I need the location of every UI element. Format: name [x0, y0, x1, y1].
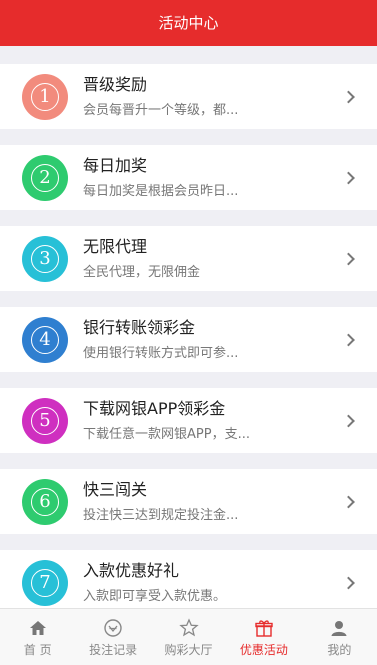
tab-home[interactable]: 首 页 [0, 609, 75, 665]
number-badge-icon: 4 [22, 316, 68, 363]
activity-desc: 投注快三达到规定投注金... [83, 508, 239, 523]
activity-desc: 全民代理，无限佣金 [83, 265, 201, 280]
tab-label: 优惠活动 [239, 642, 288, 657]
activity-item[interactable]: 2 每日加奖 每日加奖是根据会员昨日... [0, 145, 377, 210]
number-badge-icon: 3 [22, 235, 68, 282]
activity-title: 银行转账领彩金 [83, 318, 196, 337]
badge-number: 5 [31, 406, 59, 435]
badge-number: 2 [31, 163, 59, 192]
activity-desc: 下载任意一款网银APP，支... [83, 427, 250, 442]
tab-label: 首 页 [23, 642, 52, 657]
activity-desc: 会员每晋升一个等级，都... [83, 103, 239, 118]
activity-title: 下载网银APP领彩金 [83, 399, 226, 418]
gift-icon [253, 617, 275, 639]
home-icon [27, 617, 49, 639]
number-badge-icon: 2 [22, 154, 68, 201]
tab-bet-record[interactable]: 投注记录 [75, 609, 150, 665]
chevron-right-icon [342, 252, 355, 265]
tab-profile[interactable]: 我的 [302, 609, 377, 665]
activity-desc: 使用银行转账方式即可参... [83, 346, 239, 361]
badge-number: 7 [31, 568, 59, 597]
chevron-right-icon [342, 576, 355, 589]
bet-record-icon [102, 617, 124, 639]
activity-item[interactable]: 3 无限代理 全民代理，无限佣金 [0, 226, 377, 291]
chevron-right-icon [342, 495, 355, 508]
user-icon [328, 617, 350, 639]
number-badge-icon: 6 [22, 478, 68, 525]
activity-item[interactable]: 1 晋级奖励 会员每晋升一个等级，都... [0, 64, 377, 129]
badge-number: 4 [31, 325, 59, 354]
activity-desc: 每日加奖是根据会员昨日... [83, 184, 239, 199]
tab-lottery-hall[interactable]: 购彩大厅 [151, 609, 226, 665]
bottom-tab-bar: 首 页 投注记录 购彩大厅 优惠活动 我的 [0, 608, 377, 665]
page-title: 活动中心 [158, 14, 219, 32]
badge-number: 1 [31, 82, 59, 111]
chevron-right-icon [342, 414, 355, 427]
badge-number: 3 [31, 244, 59, 273]
activity-item[interactable]: 7 入款优惠好礼 入款即可享受入款优惠。 [0, 550, 377, 615]
badge-number: 6 [31, 487, 59, 516]
activity-title: 入款优惠好礼 [83, 561, 180, 580]
tab-label: 投注记录 [89, 642, 138, 657]
activity-desc: 入款即可享受入款优惠。 [83, 589, 227, 604]
activity-title: 每日加奖 [83, 156, 148, 175]
chevron-right-icon [342, 333, 355, 346]
activity-item[interactable]: 5 下载网银APP领彩金 下载任意一款网银APP，支... [0, 388, 377, 453]
tab-label: 我的 [327, 642, 352, 657]
tab-promotions[interactable]: 优惠活动 [226, 609, 301, 665]
number-badge-icon: 7 [22, 559, 68, 606]
number-badge-icon: 5 [22, 397, 68, 444]
activity-item[interactable]: 6 快三闯关 投注快三达到规定投注金... [0, 469, 377, 534]
activity-title: 快三闯关 [83, 480, 148, 499]
page-header: 活动中心 [0, 0, 377, 46]
number-badge-icon: 1 [22, 73, 68, 120]
chevron-right-icon [342, 90, 355, 103]
activity-item[interactable]: 4 银行转账领彩金 使用银行转账方式即可参... [0, 307, 377, 372]
chevron-right-icon [342, 171, 355, 184]
activity-title: 无限代理 [83, 237, 148, 256]
activity-title: 晋级奖励 [83, 75, 148, 94]
lottery-hall-icon [178, 617, 200, 639]
tab-label: 购彩大厅 [164, 642, 213, 657]
